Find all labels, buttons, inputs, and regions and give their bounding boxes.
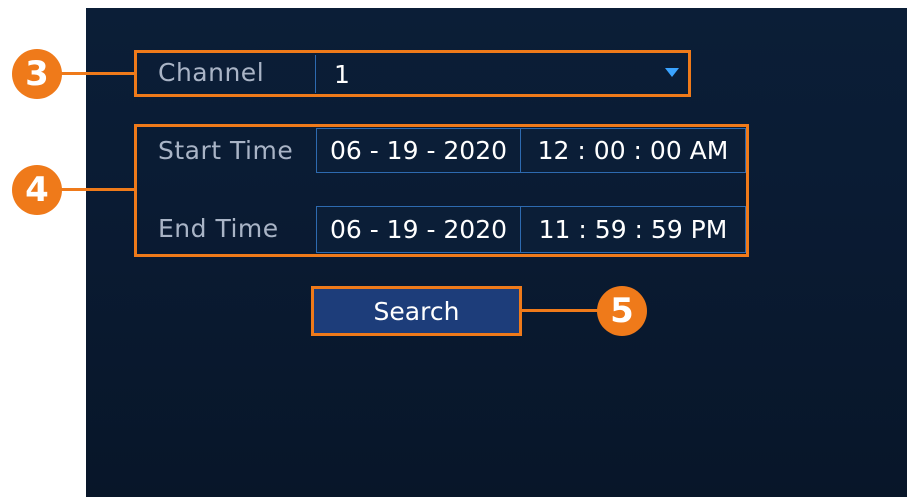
channel-divider (315, 55, 316, 93)
callout-5-badge: 5 (597, 286, 647, 336)
end-date-field[interactable]: 06 - 19 - 2020 (316, 206, 521, 253)
start-time-field[interactable]: 12 : 00 : 00 AM (520, 128, 746, 173)
channel-label: Channel (158, 58, 265, 87)
start-time-label: Start Time (158, 136, 294, 165)
chevron-down-icon[interactable] (665, 68, 679, 77)
callout-3-badge: 3 (12, 49, 62, 99)
start-date-field[interactable]: 06 - 19 - 2020 (316, 128, 521, 173)
end-time-label: End Time (158, 214, 279, 243)
callout-4-badge: 4 (12, 165, 62, 215)
callout-4-line (60, 188, 136, 191)
end-time-field[interactable]: 11 : 59 : 59 PM (520, 206, 746, 253)
search-button[interactable]: Search (314, 289, 519, 333)
callout-3-line (60, 72, 136, 75)
callout-5-line (520, 309, 600, 312)
channel-value[interactable]: 1 (334, 60, 350, 89)
